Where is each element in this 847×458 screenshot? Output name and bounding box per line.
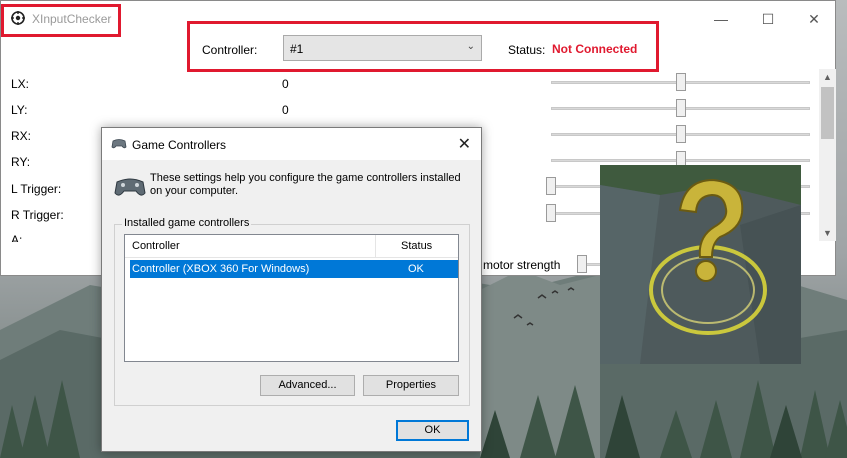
dialog-description: These settings help you configure the ga… bbox=[150, 172, 461, 197]
axis-value-lx: 0 bbox=[282, 77, 289, 91]
controller-select[interactable]: #1 ⌄ bbox=[283, 35, 482, 61]
game-controllers-dialog: Game Controllers ✕ These settings help y… bbox=[101, 127, 482, 452]
column-separator bbox=[375, 235, 376, 257]
minimize-button[interactable]: — bbox=[707, 7, 735, 31]
scroll-down-icon[interactable]: ▼ bbox=[819, 225, 836, 241]
axis-label-l-trigger: L Trigger: bbox=[11, 182, 62, 196]
slider-thumb-lx[interactable] bbox=[676, 73, 686, 91]
properties-button[interactable]: Properties bbox=[363, 375, 459, 396]
axis-label-ly: LY: bbox=[11, 103, 28, 117]
status-label: Status: bbox=[508, 43, 546, 57]
gamepad-icon bbox=[114, 178, 146, 196]
scrollbar-thumb[interactable] bbox=[821, 87, 834, 139]
list-header: Controller Status bbox=[125, 235, 458, 258]
column-header-status[interactable]: Status bbox=[401, 240, 432, 252]
close-button[interactable]: ✕ bbox=[800, 7, 828, 31]
controller-select-value: #1 bbox=[290, 42, 304, 56]
highlight-box-title bbox=[1, 4, 121, 37]
vertical-scrollbar[interactable]: ▲ ▼ bbox=[819, 69, 836, 241]
axis-label-rx: RX: bbox=[11, 129, 32, 143]
question-mark-icon bbox=[600, 165, 801, 364]
gamepad-icon bbox=[111, 139, 127, 149]
column-header-controller[interactable]: Controller bbox=[132, 240, 180, 252]
maximize-button[interactable]: ☐ bbox=[754, 7, 782, 31]
motor-strength-label: motor strength bbox=[483, 258, 561, 272]
axis-label-a: A: bbox=[11, 233, 23, 242]
dialog-close-button[interactable]: ✕ bbox=[458, 134, 471, 154]
dialog-title-bar[interactable]: Game Controllers ✕ bbox=[102, 128, 481, 160]
list-item-controller: Controller (XBOX 360 For Windows) bbox=[132, 263, 310, 275]
dialog-title: Game Controllers bbox=[132, 138, 227, 152]
slider-thumb-motor[interactable] bbox=[577, 255, 587, 273]
controllers-list[interactable]: Controller Status Controller (XBOX 360 F… bbox=[124, 234, 459, 362]
list-item[interactable]: Controller (XBOX 360 For Windows) OK bbox=[130, 260, 458, 278]
group-title: Installed game controllers bbox=[122, 217, 252, 229]
question-mark-image bbox=[600, 165, 801, 364]
slider-thumb-rx[interactable] bbox=[676, 125, 686, 143]
list-item-status: OK bbox=[408, 263, 424, 275]
axis-label-lx: LX: bbox=[11, 77, 30, 91]
scroll-up-icon[interactable]: ▲ bbox=[819, 69, 836, 85]
advanced-button[interactable]: Advanced... bbox=[260, 375, 355, 396]
slider-thumb-l-trigger[interactable] bbox=[546, 177, 556, 195]
slider-thumb-ly[interactable] bbox=[676, 99, 686, 117]
chevron-down-icon: ⌄ bbox=[466, 41, 475, 52]
status-value: Not Connected bbox=[552, 42, 638, 56]
controller-label: Controller: bbox=[202, 43, 258, 57]
ok-button[interactable]: OK bbox=[396, 420, 469, 441]
axis-label-r-trigger: R Trigger: bbox=[11, 208, 64, 222]
slider-thumb-r-trigger[interactable] bbox=[546, 204, 556, 222]
axis-value-ly: 0 bbox=[282, 103, 289, 117]
axis-label-ry: RY: bbox=[11, 155, 31, 169]
